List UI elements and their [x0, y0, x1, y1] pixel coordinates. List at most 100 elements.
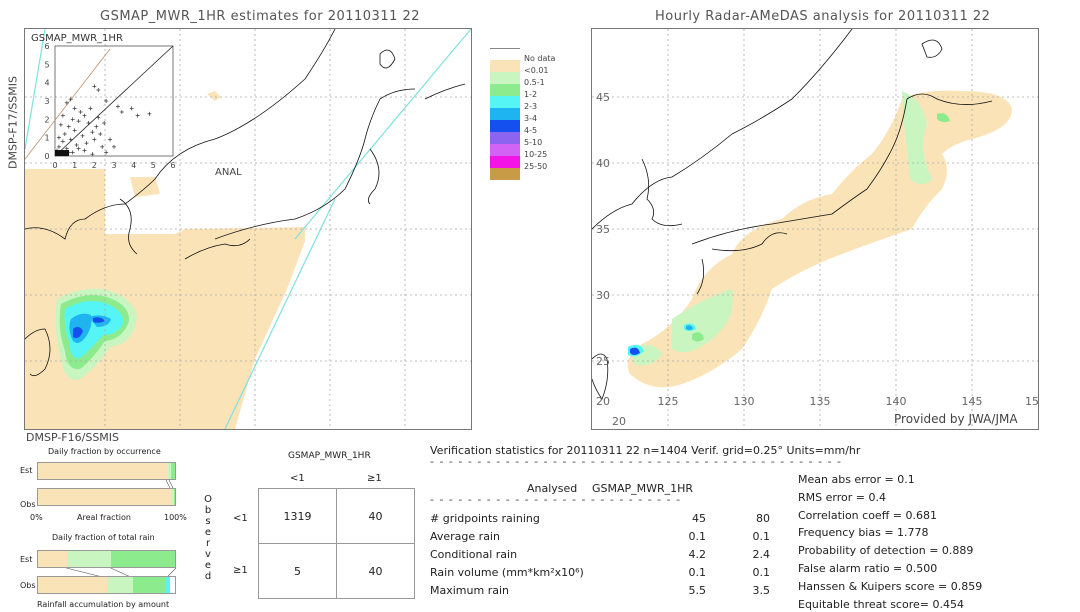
satellite-top-text: DMSP-F17/SSMIS — [6, 75, 20, 170]
lon-label: 135 — [810, 395, 831, 408]
lat-label: 20 — [612, 415, 626, 428]
occurrence-x-right: 100% — [164, 513, 187, 522]
observed-letter: O — [204, 494, 212, 505]
right-map-svg: 45 40 35 30 25 2020 125 130 135 140 145 15 Provide… — [592, 29, 1038, 429]
right-map-title: Hourly Radar-AMeDAS analysis for 2011031… — [655, 9, 991, 24]
verification-row-analysed: 5.5 — [688, 584, 707, 597]
verification-row-gsmap: 0.1 — [752, 566, 771, 579]
scatter-y-tick: 0 — [44, 152, 49, 161]
scatter-x-tick: 6 — [170, 161, 175, 170]
verification-score: Correlation coeff = 0.681 — [798, 508, 937, 522]
verification-row-analysed: 45 — [692, 512, 706, 525]
legend-label: 5-10 — [524, 138, 543, 147]
verification-row-gsmap: 2.4 — [752, 548, 771, 561]
occurrence-obs-label: Obs — [20, 500, 36, 509]
satellite-bottom-label: DMSP-F16/SSMIS — [26, 431, 120, 444]
bar-segment — [132, 577, 166, 593]
scatter-y-tick: 5 — [44, 60, 49, 69]
legend-swatch — [490, 108, 520, 120]
lat-label: 25 — [596, 355, 610, 368]
legend-swatch — [490, 132, 520, 144]
scatter-x-tick: 5 — [151, 161, 156, 170]
legend-swatch — [490, 156, 520, 168]
observed-letter: s — [205, 516, 211, 527]
verification-row-label: Average rain — [430, 530, 500, 543]
observed-letter: d — [204, 571, 212, 582]
lat-label: 40 — [596, 157, 610, 170]
scatter-y-tick: 4 — [44, 79, 49, 88]
legend-swatch — [490, 60, 520, 72]
verification-subdivider: - - - - - - - - - - - - - - - - - - - - … — [430, 493, 680, 506]
contingency-col-lt: <1 — [290, 473, 305, 484]
occurrence-est-bar — [37, 462, 176, 480]
verification-row-label: Rain volume (mm*km²x10⁶) — [430, 566, 584, 579]
occurrence-x-left: 0% — [30, 513, 43, 522]
observed-letter: r — [205, 538, 211, 549]
right-map: 45 40 35 30 25 20 20 125 130 135 140 145 15 Provide… — [591, 28, 1039, 430]
color-legend: No data <0.01 0.5-1 1-2 2-3 3-4 4-5 5-10 10-25 25… — [490, 48, 560, 188]
bar-segment — [110, 551, 175, 567]
occurrence-title: Daily fraction by occurrence — [48, 447, 161, 456]
legend-swatch — [490, 144, 520, 156]
verification-row-analysed: 0.1 — [688, 530, 707, 543]
contingency-col-header: GSMAP_MWR_1HR — [288, 451, 371, 461]
lat-label: 45 — [596, 91, 610, 104]
lon-label: 140 — [886, 395, 907, 408]
verification-row-analysed: 4.2 — [688, 548, 707, 561]
verification-row-analysed: 0.1 — [688, 566, 707, 579]
verification-row-gsmap: 0.1 — [752, 530, 771, 543]
legend-label: 25-50 — [524, 162, 548, 171]
rain-area-north — [207, 91, 221, 101]
bar-segment — [66, 551, 111, 567]
contingency-cell-ge-ge: 40 — [336, 543, 415, 599]
lon-label: 125 — [658, 395, 679, 408]
scatter-y-tick: 2 — [44, 115, 49, 124]
legend-label: 10-25 — [524, 150, 548, 159]
legend-label: 4-5 — [524, 126, 538, 135]
contingency-cell-lt-ge: 40 — [336, 488, 415, 544]
lon-label: 145 — [962, 395, 983, 408]
bar-segment — [106, 577, 133, 593]
legend-swatch — [490, 84, 520, 96]
scatter-y-tick: 3 — [44, 97, 49, 106]
legend-swatch — [490, 72, 520, 84]
scatter-x-tick: 0 — [52, 161, 57, 170]
occurrence-est-label: Est — [20, 466, 33, 475]
rain-x-label: Rainfall accumulation by amount — [37, 600, 170, 609]
occurrence-obs-bar — [37, 488, 176, 506]
contingency-table: 1319 40 5 40 — [258, 488, 415, 599]
verification-divider: - - - - - - - - - - - - - - - - - - - - … — [430, 455, 845, 468]
contingency-row-ge: ≥1 — [233, 565, 248, 576]
rain-est-bar — [37, 550, 176, 568]
scatter-x-tick: 1 — [72, 161, 77, 170]
verification-row-label: Maximum rain — [430, 584, 509, 597]
legend-label: <0.01 — [524, 66, 549, 75]
lon-label: 130 — [734, 395, 755, 408]
observed-letter: e — [204, 527, 212, 538]
observed-letter: b — [204, 505, 212, 516]
verification-score: Hanssen & Kuipers score = 0.859 — [798, 579, 983, 593]
contingency-cell-ge-lt: 5 — [258, 543, 337, 599]
right-lat-labels: 45 40 35 30 25 2020 — [596, 91, 626, 428]
verification-score: Mean abs error = 0.1 — [798, 473, 915, 486]
credit-label: Provided by JWA/JMA — [894, 412, 1018, 426]
occurrence-connector — [165, 480, 174, 488]
satellite-top-label: DMSP-F17/SSMIS — [4, 60, 20, 190]
right-lon-labels: 125 130 135 140 145 15 — [658, 395, 1039, 408]
left-map-svg: GSMAP_MWR_1HR 0123456 0123456 ANAL — [25, 29, 471, 429]
rain-obs-label: Obs — [20, 581, 36, 590]
bar-segment — [170, 463, 175, 479]
observed-letter: e — [204, 560, 212, 571]
contingency-row-lt: <1 — [233, 513, 248, 524]
scatter-y-tick: 6 — [44, 42, 49, 51]
bar-segment — [38, 463, 169, 479]
anal-label: ANAL — [215, 167, 242, 178]
verification-score: Equitable threat score= 0.454 — [798, 597, 964, 611]
occurrence-x-mid: Areal fraction — [77, 513, 131, 522]
bar-segment — [38, 551, 67, 567]
verification-score: False alarm ratio = 0.500 — [798, 562, 938, 575]
verification-row-label: Conditional rain — [430, 548, 518, 561]
bar-segment — [38, 489, 173, 505]
verification-score: Probability of detection = 0.889 — [798, 544, 974, 558]
scatter-x-tick: 3 — [111, 161, 116, 170]
